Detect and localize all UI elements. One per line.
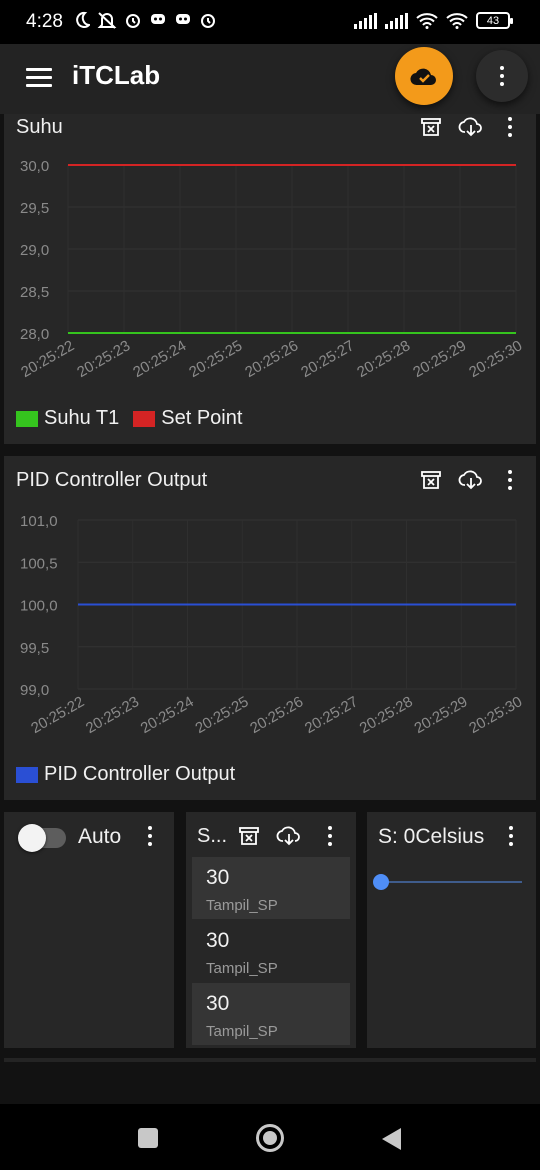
status-time: 4:28 [26,11,63,32]
list-widget: S... 30 Tampil_SP 30 Tampil_SP 30 Tampil… [186,812,356,1048]
pid-line-chart: 101,0100,5100,099,599,020:25:2220:25:232… [20,513,525,737]
alarm-icon [201,14,215,28]
x-tick-label: 20:25:30 [466,337,525,381]
muted-bell-icon [97,12,117,29]
archive-clear-icon[interactable] [236,825,262,847]
legend-swatch [16,410,38,427]
list-item[interactable]: 30 Tampil_SP [192,920,350,982]
switch-widget: Auto [4,812,174,1048]
suhu-line-chart: 30,029,529,028,528,020:25:2220:25:2320:2… [18,158,525,381]
x-tick-label: 20:25:22 [28,693,87,737]
x-tick-label: 20:25:30 [466,693,525,737]
pid-chart-panel: PID Controller Output 101,0 100,5 100,0 99,… [4,456,536,800]
more-vert-icon[interactable] [320,825,340,847]
system-nav-bar [0,1104,540,1170]
system-icons: 43 [354,12,513,29]
list-item-label: Tampil_SP [206,897,278,914]
legend-item-set-point: Set Point [133,407,242,430]
cloud-download-icon[interactable] [274,825,304,847]
slider-thumb[interactable] [373,874,389,890]
x-tick-label: 20:25:29 [410,337,469,381]
y-tick-label: 28,0 [20,326,49,343]
discord-icon [176,14,190,24]
x-tick-label: 20:25:25 [192,693,251,737]
suhu-chart-panel: Suhu 30,0 29,5 29,0 28,5 28,0 20:25:22 20:25:2… [4,114,536,444]
status-bar: 4:28 43 [0,0,540,44]
battery-level: 43 [486,14,500,27]
chart-legend: PID Controller Output [16,763,249,786]
x-tick-label: 20:25:25 [186,337,245,381]
x-tick-label: 20:25:24 [130,337,189,381]
x-tick-label: 20:25:24 [138,693,197,737]
y-tick-label: 29,5 [20,200,49,217]
alarm-icon [126,14,140,28]
signal-icon [385,12,408,29]
back-icon[interactable] [382,1128,401,1150]
x-tick-label: 20:25:28 [357,693,416,737]
slider-track[interactable] [381,881,522,883]
legend-label: Suhu T1 [44,407,120,429]
x-tick-label: 20:25:27 [302,693,361,737]
app-bar: iTCLab [0,44,540,114]
y-tick-label: 100,0 [20,598,58,615]
list-title: S... [197,825,228,847]
slider-label: S: 0Celsius [378,825,485,848]
y-tick-label: 101,0 [20,513,58,530]
legend-label: PID Controller Output [44,763,236,785]
list-item[interactable]: 30 Tampil_SP [192,857,350,919]
list-item-value: 30 [206,866,230,889]
x-tick-label: 20:25:29 [411,693,470,737]
y-tick-label: 99,0 [20,682,49,699]
wifi-icon [416,12,438,29]
list-item-label: Tampil_SP [206,960,278,977]
app-title: iTCLab [72,60,161,90]
wifi-icon [446,12,468,29]
battery-icon: 43 [476,12,513,29]
y-tick-label: 30,0 [20,158,49,175]
notification-icons [74,11,217,29]
toggle-knob[interactable] [18,824,46,852]
x-tick-label: 20:25:26 [242,337,301,381]
more-vert-icon[interactable] [501,825,521,847]
x-tick-label: 20:25:23 [83,693,142,737]
more-vert-icon [500,66,504,86]
more-vert-icon[interactable] [140,825,160,847]
list-item[interactable]: 30 Tampil_SP [192,983,350,1045]
legend-label: Set Point [161,407,243,429]
discord-icon [151,14,165,24]
x-tick-label: 20:25:23 [74,337,133,381]
y-tick-label: 29,0 [20,242,49,259]
home-icon[interactable] [256,1124,284,1152]
list-item-label: Tampil_SP [206,1023,278,1040]
switch-label: Auto [78,825,122,848]
recent-apps-icon[interactable] [138,1128,158,1148]
y-tick-label: 100,5 [20,555,58,572]
moon-icon [76,11,90,28]
y-tick-label: 28,5 [20,284,49,301]
x-tick-label: 20:25:27 [298,337,357,381]
slider-widget: S: 0Celsius [367,812,536,1048]
signal-icon [354,12,377,29]
legend-item-pid-output: PID Controller Output [16,763,235,786]
more-options-button[interactable] [476,50,528,102]
x-tick-label: 20:25:28 [354,337,413,381]
divider [4,1058,536,1062]
x-tick-label: 20:25:26 [247,693,306,737]
y-tick-label: 99,5 [20,640,49,657]
list-item-value: 30 [206,992,230,1015]
x-tick-label: 20:25:22 [18,337,77,381]
cloud-sync-button[interactable] [395,47,453,105]
chart-legend: Suhu T1 Set Point [16,407,256,430]
legend-swatch [16,766,38,783]
hamburger-menu-icon[interactable] [26,68,52,88]
cloud-check-icon [410,68,436,86]
legend-swatch [133,410,156,427]
legend-item-suhu-t1: Suhu T1 [16,407,119,430]
list-item-value: 30 [206,929,230,952]
